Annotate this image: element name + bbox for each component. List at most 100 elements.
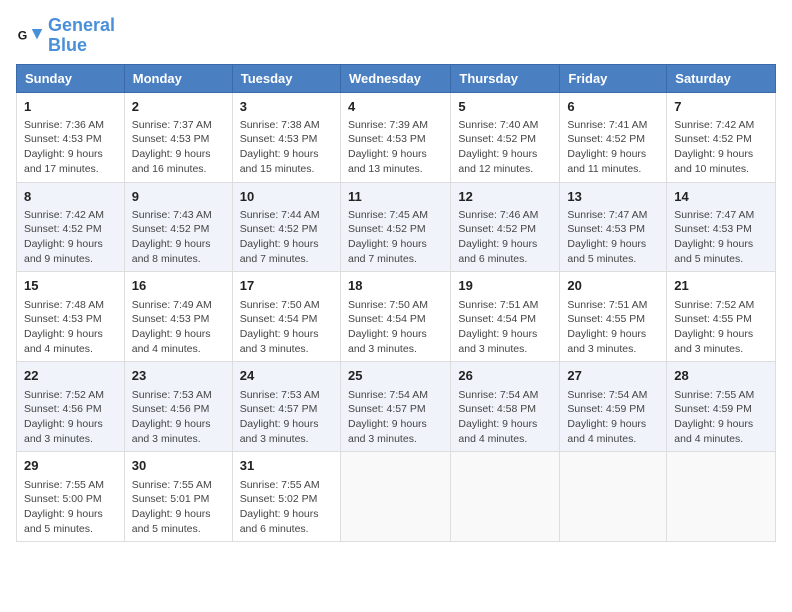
calendar-cell: 6Sunrise: 7:41 AM Sunset: 4:52 PM Daylig…: [560, 92, 667, 182]
day-number: 12: [458, 188, 552, 206]
weekday-header-tuesday: Tuesday: [232, 64, 340, 92]
day-info: Sunrise: 7:54 AM Sunset: 4:58 PM Dayligh…: [458, 388, 552, 447]
day-number: 31: [240, 457, 333, 475]
svg-text:G: G: [18, 28, 28, 42]
day-number: 25: [348, 367, 443, 385]
day-number: 9: [132, 188, 225, 206]
calendar-cell: 15Sunrise: 7:48 AM Sunset: 4:53 PM Dayli…: [17, 272, 125, 362]
day-info: Sunrise: 7:46 AM Sunset: 4:52 PM Dayligh…: [458, 208, 552, 267]
calendar-cell: 26 Sunrise: 7:54 AM Sunset: 4:58 PM Dayli…: [451, 362, 560, 452]
weekday-header-monday: Monday: [124, 64, 232, 92]
weekday-header-wednesday: Wednesday: [340, 64, 450, 92]
calendar-cell: [560, 452, 667, 542]
week-row-1: 1 Sunrise: 7:36 AM Sunset: 4:53 PM Daylig…: [17, 92, 776, 182]
day-info: Sunrise: 7:42 AM Sunset: 4:52 PM Dayligh…: [674, 118, 768, 177]
day-info: Sunrise: 7:47 AM Sunset: 4:53 PM Dayligh…: [567, 208, 659, 267]
calendar-cell: 9 Sunrise: 7:43 AM Sunset: 4:52 PM Daylig…: [124, 182, 232, 272]
day-number: 29: [24, 457, 117, 475]
calendar-cell: 11 Sunrise: 7:45 AM Sunset: 4:52 PM Dayli…: [340, 182, 450, 272]
day-info: Sunrise: 7:38 AM Sunset: 4:53 PM Dayligh…: [240, 118, 333, 177]
calendar-cell: 31 Sunrise: 7:55 AM Sunset: 5:02 PM Dayli…: [232, 452, 340, 542]
weekday-header-sunday: Sunday: [17, 64, 125, 92]
day-info: Sunrise: 7:45 AM Sunset: 4:52 PM Dayligh…: [348, 208, 443, 267]
calendar-cell: 5 Sunrise: 7:40 AM Sunset: 4:52 PM Daylig…: [451, 92, 560, 182]
logo-icon: G: [16, 22, 44, 50]
day-number: 6: [567, 98, 659, 116]
day-info: Sunrise: 7:55 AM Sunset: 4:59 PM Dayligh…: [674, 388, 768, 447]
weekday-header-friday: Friday: [560, 64, 667, 92]
calendar-cell: 14 Sunrise: 7:47 AM Sunset: 4:53 PM Dayli…: [667, 182, 776, 272]
day-number: 5: [458, 98, 552, 116]
calendar-cell: 25 Sunrise: 7:54 AM Sunset: 4:57 PM Dayli…: [340, 362, 450, 452]
day-info: Sunrise: 7:44 AM Sunset: 4:52 PM Dayligh…: [240, 208, 333, 267]
day-number: 19: [458, 277, 552, 295]
calendar-cell: 28 Sunrise: 7:55 AM Sunset: 4:59 PM Dayli…: [667, 362, 776, 452]
day-number: 20: [567, 277, 659, 295]
calendar-cell: 24 Sunrise: 7:53 AM Sunset: 4:57 PM Dayli…: [232, 362, 340, 452]
calendar-cell: 2 Sunrise: 7:37 AM Sunset: 4:53 PM Daylig…: [124, 92, 232, 182]
day-number: 10: [240, 188, 333, 206]
day-info: Sunrise: 7:53 AM Sunset: 4:57 PM Dayligh…: [240, 388, 333, 447]
day-number: 18: [348, 277, 443, 295]
day-info: Sunrise: 7:40 AM Sunset: 4:52 PM Dayligh…: [458, 118, 552, 177]
day-info: Sunrise: 7:36 AM Sunset: 4:53 PM Dayligh…: [24, 118, 117, 177]
day-number: 2: [132, 98, 225, 116]
calendar-table: SundayMondayTuesdayWednesdayThursdayFrid…: [16, 64, 776, 543]
day-number: 21: [674, 277, 768, 295]
calendar-cell: 4 Sunrise: 7:39 AM Sunset: 4:53 PM Daylig…: [340, 92, 450, 182]
calendar-cell: 23 Sunrise: 7:53 AM Sunset: 4:56 PM Dayli…: [124, 362, 232, 452]
calendar-cell: 1 Sunrise: 7:36 AM Sunset: 4:53 PM Daylig…: [17, 92, 125, 182]
day-number: 3: [240, 98, 333, 116]
calendar-cell: 18Sunrise: 7:50 AM Sunset: 4:54 PM Dayli…: [340, 272, 450, 362]
day-number: 24: [240, 367, 333, 385]
day-info: Sunrise: 7:54 AM Sunset: 4:57 PM Dayligh…: [348, 388, 443, 447]
day-number: 7: [674, 98, 768, 116]
day-info: Sunrise: 7:50 AM Sunset: 4:54 PM Dayligh…: [240, 298, 333, 357]
weekday-header-saturday: Saturday: [667, 64, 776, 92]
calendar-cell: 27 Sunrise: 7:54 AM Sunset: 4:59 PM Dayli…: [560, 362, 667, 452]
calendar-cell: 3 Sunrise: 7:38 AM Sunset: 4:53 PM Daylig…: [232, 92, 340, 182]
day-number: 11: [348, 188, 443, 206]
day-info: Sunrise: 7:52 AM Sunset: 4:56 PM Dayligh…: [24, 388, 117, 447]
day-info: Sunrise: 7:39 AM Sunset: 4:53 PM Dayligh…: [348, 118, 443, 177]
calendar-cell: 16 Sunrise: 7:49 AM Sunset: 4:53 PM Dayli…: [124, 272, 232, 362]
day-info: Sunrise: 7:53 AM Sunset: 4:56 PM Dayligh…: [132, 388, 225, 447]
calendar-cell: 20 Sunrise: 7:51 AM Sunset: 4:55 PM Dayli…: [560, 272, 667, 362]
calendar-cell: 8Sunrise: 7:42 AM Sunset: 4:52 PM Daylig…: [17, 182, 125, 272]
day-number: 26: [458, 367, 552, 385]
day-number: 28: [674, 367, 768, 385]
calendar-cell: 30Sunrise: 7:55 AM Sunset: 5:01 PM Dayli…: [124, 452, 232, 542]
day-number: 4: [348, 98, 443, 116]
calendar-cell: 29Sunrise: 7:55 AM Sunset: 5:00 PM Dayli…: [17, 452, 125, 542]
calendar-cell: [340, 452, 450, 542]
day-info: Sunrise: 7:43 AM Sunset: 4:52 PM Dayligh…: [132, 208, 225, 267]
calendar-cell: 10 Sunrise: 7:44 AM Sunset: 4:52 PM Dayli…: [232, 182, 340, 272]
calendar-cell: 17Sunrise: 7:50 AM Sunset: 4:54 PM Dayli…: [232, 272, 340, 362]
day-info: Sunrise: 7:55 AM Sunset: 5:02 PM Dayligh…: [240, 478, 333, 537]
calendar-cell: 21Sunrise: 7:52 AM Sunset: 4:55 PM Dayli…: [667, 272, 776, 362]
day-info: Sunrise: 7:51 AM Sunset: 4:55 PM Dayligh…: [567, 298, 659, 357]
day-info: Sunrise: 7:37 AM Sunset: 4:53 PM Dayligh…: [132, 118, 225, 177]
day-number: 14: [674, 188, 768, 206]
day-info: Sunrise: 7:47 AM Sunset: 4:53 PM Dayligh…: [674, 208, 768, 267]
weekday-header-thursday: Thursday: [451, 64, 560, 92]
week-row-5: 29Sunrise: 7:55 AM Sunset: 5:00 PM Dayli…: [17, 452, 776, 542]
week-row-4: 22 Sunrise: 7:52 AM Sunset: 4:56 PM Dayli…: [17, 362, 776, 452]
day-number: 23: [132, 367, 225, 385]
calendar-cell: 7 Sunrise: 7:42 AM Sunset: 4:52 PM Daylig…: [667, 92, 776, 182]
day-number: 1: [24, 98, 117, 116]
calendar-cell: 22 Sunrise: 7:52 AM Sunset: 4:56 PM Dayli…: [17, 362, 125, 452]
day-info: Sunrise: 7:51 AM Sunset: 4:54 PM Dayligh…: [458, 298, 552, 357]
weekday-header-row: SundayMondayTuesdayWednesdayThursdayFrid…: [17, 64, 776, 92]
week-row-3: 15Sunrise: 7:48 AM Sunset: 4:53 PM Dayli…: [17, 272, 776, 362]
day-number: 22: [24, 367, 117, 385]
day-number: 30: [132, 457, 225, 475]
calendar-cell: 19 Sunrise: 7:51 AM Sunset: 4:54 PM Dayli…: [451, 272, 560, 362]
day-number: 27: [567, 367, 659, 385]
logo: G GeneralBlue: [16, 16, 115, 56]
logo-text: GeneralBlue: [48, 16, 115, 56]
day-number: 16: [132, 277, 225, 295]
day-info: Sunrise: 7:49 AM Sunset: 4:53 PM Dayligh…: [132, 298, 225, 357]
day-info: Sunrise: 7:54 AM Sunset: 4:59 PM Dayligh…: [567, 388, 659, 447]
page-header: G GeneralBlue: [16, 16, 776, 56]
